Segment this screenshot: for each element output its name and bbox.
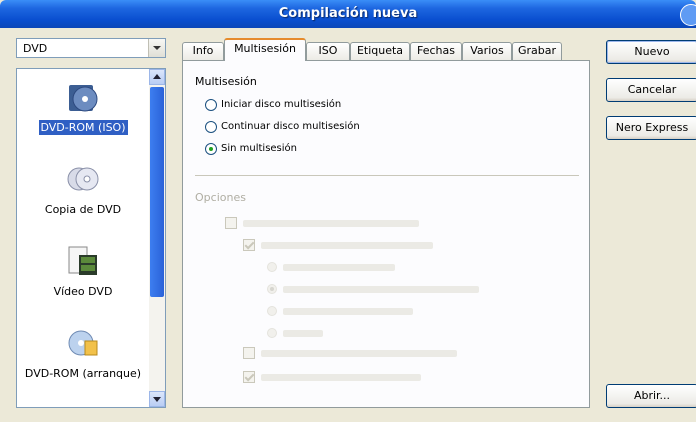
radio-button[interactable] xyxy=(205,99,217,111)
multisession-title: Multisesión xyxy=(195,75,257,88)
scroll-up-icon[interactable] xyxy=(149,69,165,85)
dvd-copy-icon xyxy=(67,167,99,191)
list-item-video-dvd[interactable]: Vídeo DVD xyxy=(17,243,149,323)
tab-grabar[interactable]: Grabar xyxy=(512,42,562,60)
disabled-option-text xyxy=(261,242,433,249)
tab-info[interactable]: Info xyxy=(182,42,224,60)
video-dvd-icon xyxy=(68,246,97,275)
dvd-rom-boot-icon xyxy=(68,330,98,356)
chevron-down-icon[interactable] xyxy=(148,39,165,57)
scroll-thumb[interactable] xyxy=(150,87,164,297)
disabled-radio xyxy=(267,328,277,338)
tab-etiqueta[interactable]: Etiqueta xyxy=(350,42,410,60)
disabled-checkbox xyxy=(243,239,255,251)
disabled-option-text xyxy=(283,308,413,315)
disabled-option-text xyxy=(261,374,421,381)
new-button[interactable]: Nuevo xyxy=(606,40,696,64)
media-type-value: DVD xyxy=(23,42,48,55)
disabled-checkbox xyxy=(243,347,255,359)
list-item-label: DVD-ROM (arranque) xyxy=(24,367,142,380)
disabled-option-text xyxy=(283,330,323,337)
disabled-checkbox xyxy=(243,371,255,383)
radio-label: Iniciar disco multisesión xyxy=(221,99,342,110)
list-item-label: Vídeo DVD xyxy=(53,285,113,298)
radio-label: Continuar disco multisesión xyxy=(221,121,360,132)
tab-fechas[interactable]: Fechas xyxy=(410,42,462,60)
disabled-checkbox xyxy=(225,217,237,229)
help-button[interactable] xyxy=(680,4,696,26)
disabled-option-text xyxy=(283,286,479,293)
disabled-radio xyxy=(267,284,277,294)
list-item-label: Copia de DVD xyxy=(44,203,122,216)
multisession-panel: Multisesión Iniciar disco multisesión Co… xyxy=(182,60,590,408)
list-item-dvd-copy[interactable]: Copia de DVD xyxy=(17,161,149,241)
disabled-radio xyxy=(267,262,277,272)
disabled-option-text xyxy=(243,220,419,227)
radio-button[interactable] xyxy=(205,121,217,133)
dvd-rom-iso-icon xyxy=(69,85,98,112)
window-title: Compilación nueva xyxy=(278,6,418,21)
disabled-radio xyxy=(267,306,277,316)
compilation-type-list[interactable]: DVD-ROM (ISO) Copia de DVD Vídeo DVD DVD… xyxy=(16,68,166,408)
list-item-label: DVD-ROM (ISO) xyxy=(38,120,128,135)
title-bar[interactable]: Compilación nueva xyxy=(0,0,696,28)
tab-multisesion[interactable]: Multisesión xyxy=(224,38,306,61)
disabled-option-text xyxy=(261,350,457,357)
tab-iso[interactable]: ISO xyxy=(306,42,350,60)
scroll-down-icon[interactable] xyxy=(149,391,165,407)
media-type-select[interactable]: DVD xyxy=(16,38,166,58)
list-scrollbar[interactable] xyxy=(149,69,165,407)
tab-varios[interactable]: Varios xyxy=(462,42,512,60)
cancel-button[interactable]: Cancelar xyxy=(606,78,696,102)
nero-express-button[interactable]: Nero Express xyxy=(606,116,696,140)
list-item-dvd-rom-iso[interactable]: DVD-ROM (ISO) xyxy=(17,79,149,159)
separator xyxy=(195,175,579,176)
radio-label: Sin multisesión xyxy=(221,143,298,154)
open-button[interactable]: Abrir... xyxy=(606,384,696,408)
list-item-dvd-rom-boot[interactable]: DVD-ROM (arranque) xyxy=(17,325,149,405)
disabled-option-text xyxy=(283,264,395,271)
radio-button-checked[interactable] xyxy=(205,143,217,155)
options-title: Opciones xyxy=(195,191,246,204)
